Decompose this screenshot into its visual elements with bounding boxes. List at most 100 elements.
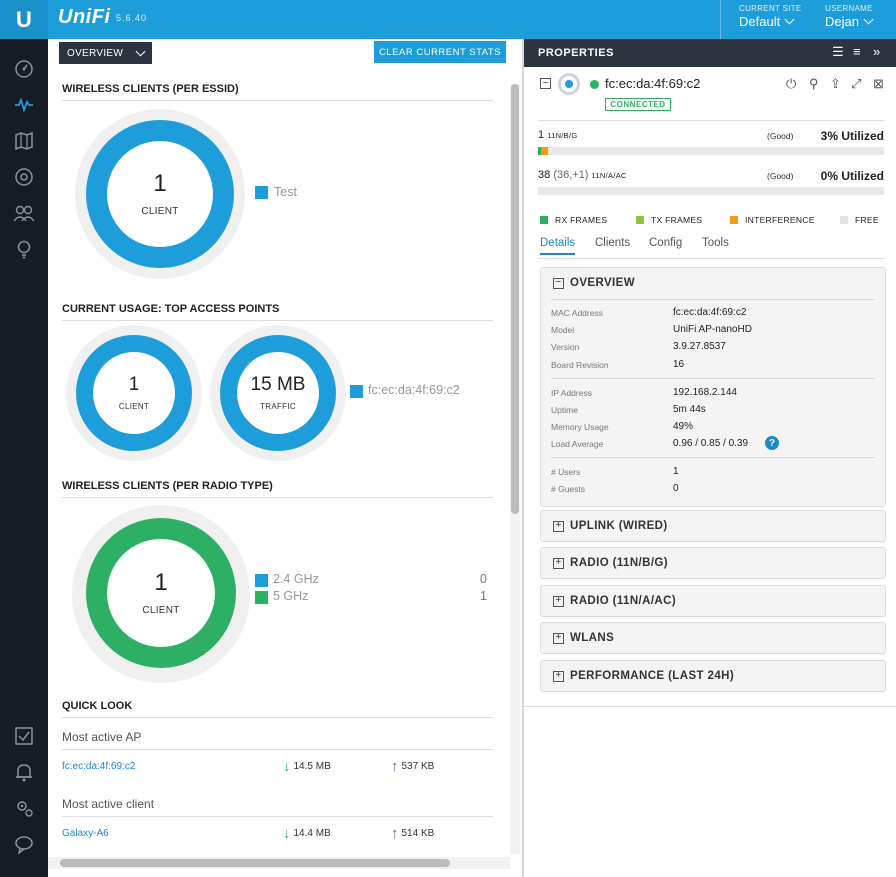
- legend-24ghz[interactable]: 2.4 GHz: [273, 572, 319, 586]
- performance-card[interactable]: + PERFORMANCE (LAST 24H): [540, 660, 886, 692]
- close-icon[interactable]: ⊠: [873, 76, 884, 92]
- legend-swatch: [255, 574, 268, 587]
- insights-icon[interactable]: [12, 237, 36, 261]
- tab-config[interactable]: Config: [649, 237, 682, 249]
- uplink-title: UPLINK (WIRED): [570, 520, 668, 532]
- kv-value: 0.96 / 0.85 / 0.39: [673, 438, 749, 449]
- clients-icon[interactable]: [12, 201, 36, 225]
- settings-icon[interactable]: [12, 796, 36, 820]
- divider: [551, 378, 875, 379]
- radio-utilization-1: 1 11N/B/G (Good) 3% Utilized: [538, 129, 884, 155]
- collapse-list-icon[interactable]: ☰: [832, 44, 844, 60]
- ubiquiti-logo[interactable]: U: [0, 0, 48, 39]
- section-title-quick-look: QUICK LOOK: [62, 700, 133, 712]
- wlans-card[interactable]: + WLANS: [540, 622, 886, 654]
- kv-label: Board Revision: [551, 360, 609, 370]
- kv-label: # Users: [551, 467, 581, 477]
- kv-value: 3.9.27.8537: [673, 341, 726, 352]
- most-active-ap-label: Most active AP: [62, 730, 142, 744]
- radio-ng-card[interactable]: + RADIO (11N/B/G): [540, 547, 886, 579]
- radio-ng-header[interactable]: + RADIO (11N/B/G): [553, 557, 668, 569]
- kv-label: Memory Usage: [551, 422, 609, 432]
- devices-icon[interactable]: [12, 165, 36, 189]
- scroll-thumb[interactable]: [60, 859, 450, 867]
- performance-header[interactable]: + PERFORMANCE (LAST 24H): [553, 670, 734, 682]
- properties-header: PROPERTIES ☰ ≡ »: [524, 39, 896, 67]
- clear-stats-button[interactable]: CLEAR CURRENT STATS: [374, 41, 506, 63]
- alerts-checklist-icon[interactable]: [12, 724, 36, 748]
- legend-swatch: [350, 385, 363, 398]
- most-active-ap-link[interactable]: fc:ec:da:4f:69:c2: [62, 761, 135, 772]
- divider: [551, 457, 875, 458]
- location-pin-icon[interactable]: ⚲: [809, 76, 819, 92]
- radio1-quality: (Good): [767, 131, 794, 141]
- statistics-icon[interactable]: [12, 93, 36, 117]
- client-upload: ↑ 514 KB: [391, 825, 434, 842]
- legend-swatch: [255, 591, 268, 604]
- overview-title: OVERVIEW: [570, 277, 635, 289]
- wlans-title: WLANS: [570, 632, 615, 644]
- tab-details[interactable]: Details: [540, 237, 576, 255]
- legend-tx: TX FRAMES: [651, 215, 703, 225]
- double-chevron-right-icon[interactable]: »: [873, 44, 880, 59]
- client-upload-value: 514 KB: [401, 828, 435, 839]
- tab-clients[interactable]: Clients: [595, 237, 630, 249]
- legend-5ghz[interactable]: 5 GHz: [273, 589, 308, 603]
- radio-ac-card[interactable]: + RADIO (11N/A/AC): [540, 585, 886, 617]
- kv-label: MAC Address: [551, 308, 603, 318]
- divider: [538, 120, 884, 121]
- radio-ac-header[interactable]: + RADIO (11N/A/AC): [553, 595, 676, 607]
- radio1-count: 1: [538, 129, 545, 141]
- legend-swatch: [636, 216, 644, 224]
- legend-free: FREE: [855, 215, 879, 225]
- divider: [62, 717, 493, 718]
- user-menu[interactable]: USERNAME Dejan: [825, 4, 874, 29]
- expand-icon[interactable]: ⤢: [851, 76, 861, 92]
- wlans-header[interactable]: + WLANS: [553, 632, 614, 644]
- radio2-extra: (36,+1): [553, 169, 589, 181]
- legend-interference: INTERFERENCE: [745, 215, 815, 225]
- uplink-card[interactable]: + UPLINK (WIRED): [540, 510, 886, 542]
- site-value: Default: [739, 14, 781, 29]
- overview-header[interactable]: − OVERVIEW: [553, 277, 635, 289]
- radio1-util: 3% Utilized: [820, 129, 884, 143]
- site-selector[interactable]: CURRENT SITE Default: [739, 4, 802, 29]
- legend-ap-mac[interactable]: fc:ec:da:4f:69:c2: [368, 383, 460, 397]
- scroll-thumb[interactable]: [511, 84, 519, 514]
- kv-label: Load Average: [551, 439, 604, 449]
- divider: [538, 258, 884, 259]
- tab-tools[interactable]: Tools: [702, 237, 729, 249]
- section-title-essid: WIRELESS CLIENTS (PER ESSID): [62, 83, 239, 95]
- legend-essid-test[interactable]: Test: [274, 185, 297, 199]
- usage-traffic-unit: TRAFFIC: [260, 402, 296, 411]
- kv-value: 1: [673, 466, 679, 477]
- expand-icon: +: [553, 557, 564, 569]
- most-active-client-link[interactable]: Galaxy-A6: [62, 828, 109, 839]
- legend-5ghz-count: 1: [480, 589, 487, 603]
- upgrade-icon[interactable]: ⇪: [830, 76, 841, 92]
- view-select[interactable]: OVERVIEW: [59, 42, 152, 64]
- usage-traffic-value: 15 MB: [250, 374, 306, 395]
- top-bar: U UniFi 5.6.40 CURRENT SITE Default USER…: [0, 0, 896, 39]
- ap-upload-value: 537 KB: [401, 761, 435, 772]
- collapse-device-icon[interactable]: −: [540, 78, 551, 89]
- map-icon[interactable]: [12, 129, 36, 153]
- horizontal-scrollbar[interactable]: [48, 857, 510, 869]
- chat-icon[interactable]: [12, 832, 36, 856]
- expand-icon: +: [553, 595, 564, 607]
- main-dashboard: OVERVIEW CLEAR CURRENT STATS WIRELESS CL…: [48, 39, 522, 877]
- kv-value: 49%: [673, 421, 694, 432]
- menu-icon[interactable]: ≡: [853, 44, 861, 59]
- vertical-scrollbar[interactable]: [510, 84, 520, 854]
- divider: [62, 749, 493, 750]
- arrow-up-icon: ↑: [391, 825, 399, 842]
- uplink-header[interactable]: + UPLINK (WIRED): [553, 520, 668, 532]
- events-bell-icon[interactable]: [12, 760, 36, 784]
- help-icon[interactable]: ?: [765, 436, 779, 450]
- radio-ac-title: RADIO (11N/A/AC): [570, 595, 677, 607]
- power-icon[interactable]: ⏻: [786, 76, 796, 92]
- dashboard-icon[interactable]: [12, 57, 36, 81]
- status-dot: [590, 80, 599, 89]
- radio-client-count: 1: [154, 568, 168, 596]
- ap-download: ↓ 14.5 MB: [283, 758, 331, 775]
